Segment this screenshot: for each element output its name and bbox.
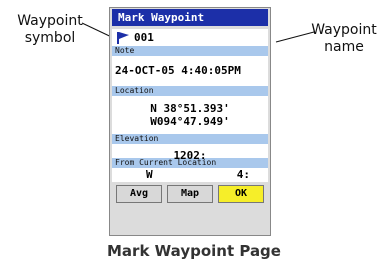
location-field[interactable]: N 38°51.393' W094°47.949' (112, 96, 268, 134)
from-current-location-label: From Current Location (112, 158, 268, 168)
elevation-field-row[interactable]: 1202: (112, 144, 268, 162)
flag-icon[interactable] (116, 31, 130, 44)
avg-button[interactable]: Avg (116, 185, 162, 203)
note-field-row[interactable]: 24-OCT-05 4:40:05PM (112, 56, 268, 86)
elevation-label: Elevation (112, 134, 268, 144)
callout-text: name (324, 39, 364, 55)
softkey-bar: Avg Map OK (112, 182, 268, 203)
callout-text: Waypoint (17, 13, 83, 29)
note-field[interactable]: 24-OCT-05 4:40:05PM (115, 64, 241, 77)
waypoint-name-field[interactable]: 001 (134, 31, 154, 44)
bearing-direction: W (146, 168, 153, 181)
note-label: Note (112, 46, 268, 56)
from-current-location-row: W 4: (112, 168, 268, 182)
waypoint-name-callout: Waypoint name (300, 22, 388, 56)
page-title: Mark Waypoint (112, 9, 268, 26)
distance-value: 4: (236, 168, 250, 181)
waypoint-name-row[interactable]: 001 (112, 29, 268, 46)
gps-screen: Mark Waypoint 001 Note 24-OCT-05 4:40:05… (109, 7, 271, 236)
ok-button[interactable]: OK (218, 185, 264, 203)
callout-text: symbol (24, 30, 76, 46)
location-label: Location (112, 86, 268, 96)
waypoint-symbol-callout: Waypoint symbol (4, 13, 96, 47)
longitude-value[interactable]: W094°47.949' (150, 115, 229, 128)
map-button[interactable]: Map (167, 185, 213, 203)
latitude-value[interactable]: N 38°51.393' (150, 102, 229, 115)
waypoint-panel: 001 Note 24-OCT-05 4:40:05PM Location N … (112, 29, 268, 182)
callout-text: Waypoint (311, 22, 377, 38)
figure-caption: Mark Waypoint Page (107, 242, 281, 260)
